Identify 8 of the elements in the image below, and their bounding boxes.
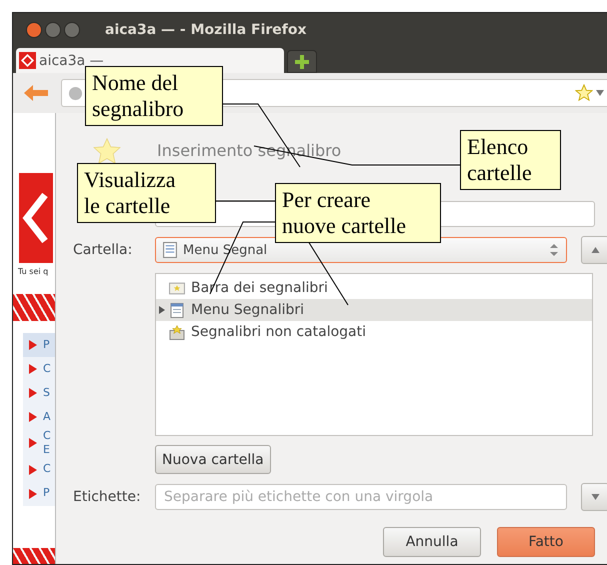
field-label: Etichette: xyxy=(73,489,142,505)
callout-tooltip: Elenco cartelle xyxy=(460,130,561,190)
callout-tooltip: Visualizza le cartelle xyxy=(77,163,216,223)
field-label: Cartella: xyxy=(73,242,134,258)
page-caption: Tu sei q xyxy=(18,267,48,276)
callout-tooltip: Per creare nuove cartelle xyxy=(275,183,441,243)
callout-tooltip: Nome del segnalibro xyxy=(85,66,223,126)
window-title: aica3a — - Mozilla Firefox xyxy=(105,22,307,38)
